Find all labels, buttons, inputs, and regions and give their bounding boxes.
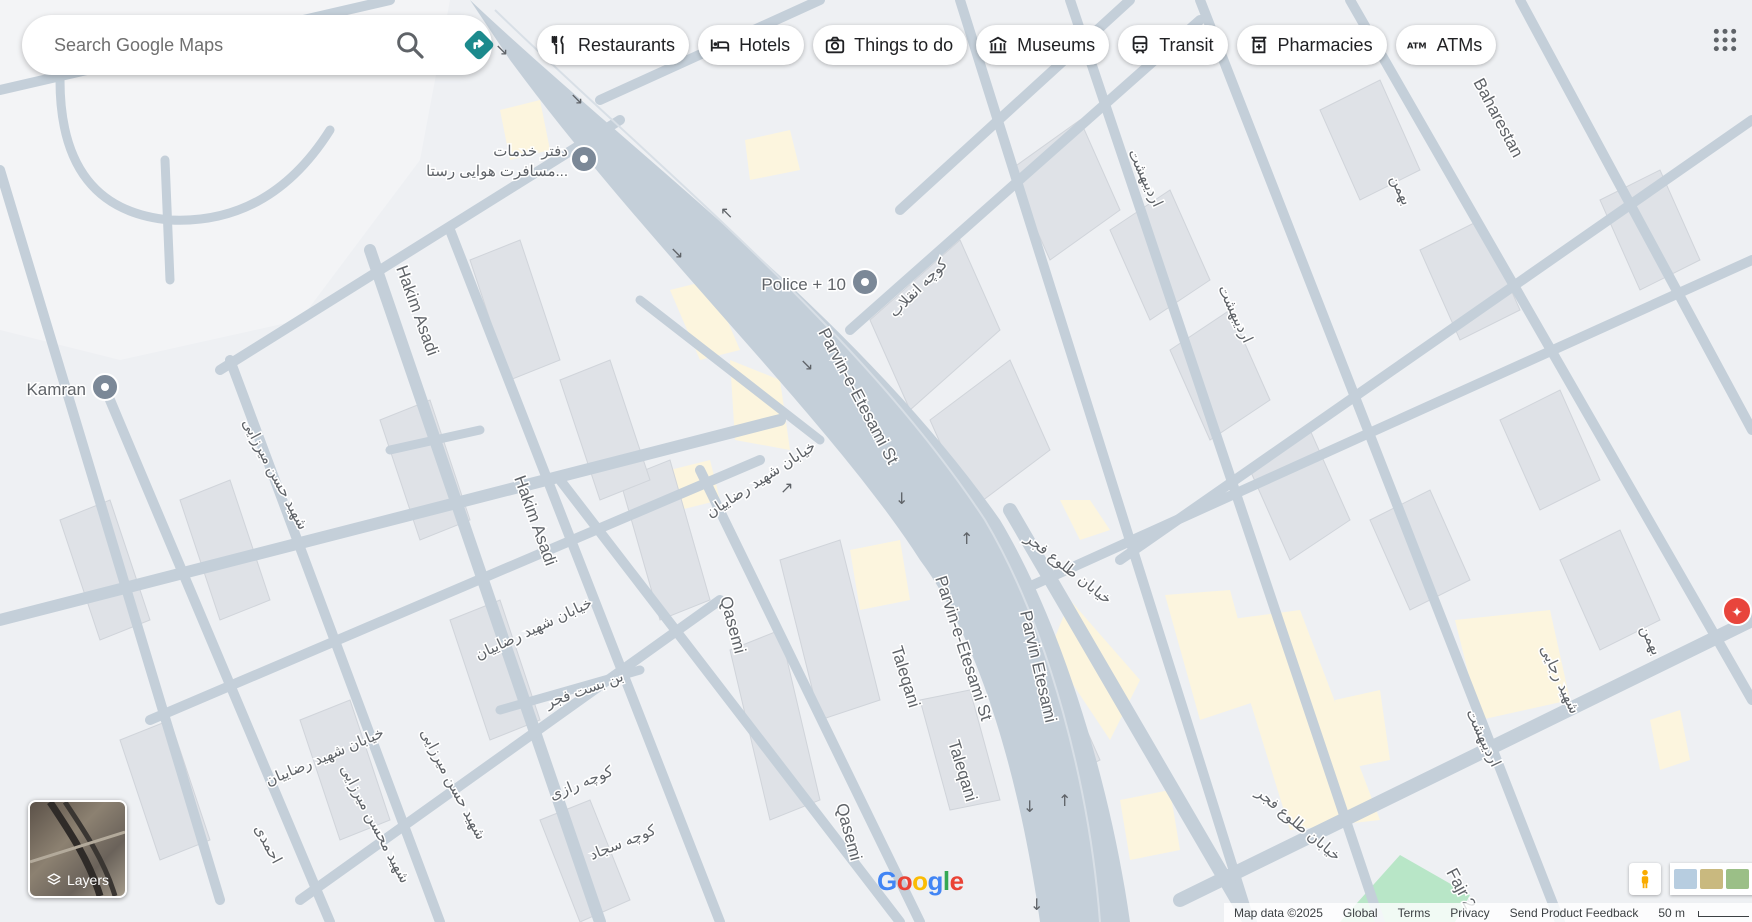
chip-label: Museums [1017,34,1096,55]
pegman-icon [1641,869,1649,889]
svg-text:↘: ↘ [495,40,508,59]
layers-label: Layers [66,872,110,888]
svg-text:✦: ✦ [1731,605,1743,621]
train-icon [1132,35,1148,54]
fork-knife-icon [551,35,564,55]
google-logo-letter: g [927,866,944,896]
directions-button[interactable] [462,28,496,62]
place-label: Police + 10 [761,275,846,294]
chip-label: Pharmacies [1277,34,1373,55]
google-logo-letter: l [942,866,950,896]
category-chips: Restaurants Hotels Things to do Museums … [537,25,1497,65]
global-link[interactable]: Global [1343,906,1378,920]
bed-icon [710,39,730,52]
svg-text:↑: ↑ [1058,791,1071,810]
google-logo-letter: e [949,866,964,896]
directions-icon [464,30,494,60]
layers-button[interactable]: Layers [28,800,127,898]
svg-text:ATM: ATM [1407,41,1427,51]
svg-text:↑: ↑ [960,529,973,548]
search-button[interactable] [394,29,426,61]
imagery-thumbnails[interactable] [1670,863,1752,895]
chip-label: Hotels [739,34,791,55]
layers-label-row: Layers [30,872,125,888]
chip-label: Things to do [854,34,954,55]
google-logo-letter: o [912,866,928,896]
place-label: دفتر خدمات [493,143,568,160]
svg-text:↓: ↓ [1023,797,1036,816]
red-poi-marker[interactable]: ✦ [1722,596,1752,626]
feedback-link[interactable]: Send Product Feedback [1510,906,1639,920]
chip-label: Transit [1159,34,1214,55]
layers-icon [47,873,61,885]
chip-pharmacies[interactable]: Pharmacies [1236,25,1387,65]
scale-bar [1698,910,1750,917]
chip-things-to-do[interactable]: Things to do [813,25,968,65]
map-footer: Map data ©2025 Global Terms Privacy Send… [1224,903,1752,922]
terms-link[interactable]: Terms [1398,906,1431,920]
map-data-credit: Map data ©2025 [1234,905,1323,920]
svg-text:↓: ↓ [895,489,908,508]
street-view-pegman[interactable] [1629,863,1661,895]
chip-transit[interactable]: Transit [1118,25,1228,65]
google-logo-letter: G [877,866,897,896]
imagery-thumb-globe[interactable] [1726,869,1749,889]
chip-restaurants[interactable]: Restaurants [537,25,690,65]
chip-label: Restaurants [578,34,676,55]
search-box [22,15,494,75]
svg-text:↘: ↘ [570,89,583,108]
chip-museums[interactable]: Museums [976,25,1110,65]
chip-atms[interactable]: ATM ATMs [1395,25,1497,65]
atm-icon: ATM [1407,41,1427,51]
svg-text:↘: ↘ [670,243,683,262]
chip-label: ATMs [1436,34,1483,55]
imagery-thumb-terrain[interactable] [1700,869,1723,889]
privacy-link[interactable]: Privacy [1450,906,1489,920]
svg-text:↘: ↘ [800,355,813,374]
museum-icon [989,36,1007,54]
search-input[interactable] [52,33,376,57]
pharmacy-icon [1251,36,1266,54]
camera-icon [825,36,845,54]
apps-grid-icon [1713,28,1737,52]
imagery-thumb-satellite[interactable] [1674,869,1697,889]
svg-text:↓: ↓ [1030,895,1043,914]
apps-grid-button[interactable] [1712,27,1738,53]
google-logo: Google [877,866,964,897]
search-icon [397,32,424,59]
svg-text:↗: ↗ [780,478,793,497]
svg-text:↖: ↖ [720,203,733,222]
scale-label[interactable]: 50 m [1658,906,1685,920]
google-logo-letter: o [896,866,913,896]
chip-hotels[interactable]: Hotels [698,25,805,65]
place-label: Kamran [26,380,86,399]
place-label: مسافرت هوایی رستا... [426,163,568,180]
map-canvas[interactable]: ↘ ↘ ↖ ↘ ↓ ↑ ↓ ↑ ↓ ↗ ↘ Parvin-e-Etesami S… [0,0,1752,922]
